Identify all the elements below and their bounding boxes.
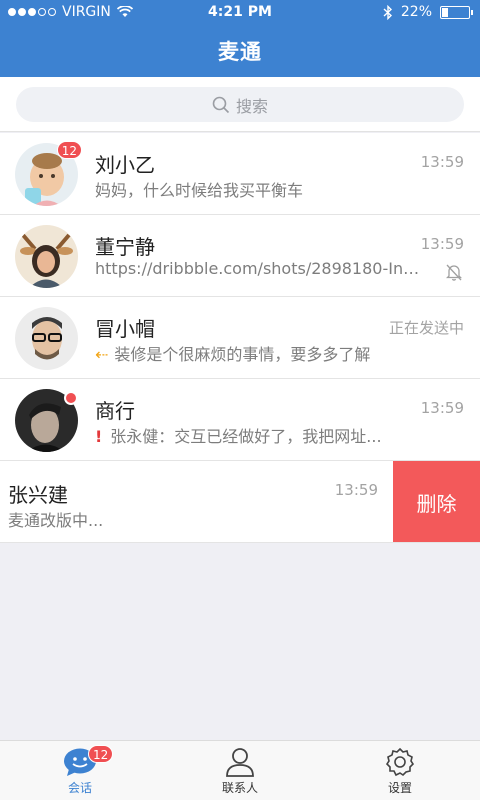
avatar bbox=[15, 307, 78, 370]
avatar bbox=[15, 389, 78, 452]
unread-badge: 12 bbox=[88, 745, 114, 763]
tab-contacts[interactable]: 联系人 bbox=[160, 741, 320, 800]
contact-name: 刘小乙 bbox=[95, 153, 155, 177]
message-preview-row: ! 张永健：交互已经做好了，我把网址... bbox=[95, 423, 382, 447]
contact-name: 商行 bbox=[95, 399, 135, 423]
tab-label: 会话 bbox=[67, 781, 92, 795]
message-preview-row: ⇠ 装修是个很麻烦的事情，要多多了解 bbox=[95, 341, 370, 365]
tab-conversations[interactable]: 会话 12 bbox=[0, 741, 160, 800]
mute-bell-icon bbox=[446, 264, 462, 281]
search-icon bbox=[212, 96, 230, 113]
search-bar: 搜索 bbox=[0, 77, 480, 132]
message-time: 13:59 bbox=[420, 235, 464, 253]
status-right: 22% bbox=[383, 4, 473, 20]
conversation-list: 12 刘小乙 13:59 妈妈，什么时候给我买平衡车 董宁静 13:59 htt… bbox=[0, 133, 480, 543]
message-preview: 麦通改版中... bbox=[8, 511, 104, 530]
message-time: 13:59 bbox=[420, 153, 464, 171]
search-input[interactable]: 搜索 bbox=[16, 87, 464, 122]
failed-send-icon: ! bbox=[95, 427, 103, 446]
conversation-item[interactable]: 冒小帽 正在发送中 ⇠ 装修是个很麻烦的事情，要多多了解 bbox=[0, 297, 480, 379]
message-preview: 妈妈，什么时候给我买平衡车 bbox=[95, 181, 304, 200]
battery-icon bbox=[440, 5, 473, 19]
tab-settings[interactable]: 设置 bbox=[320, 741, 480, 800]
message-time: 13:59 bbox=[334, 481, 378, 499]
conversation-item[interactable]: 商行 13:59 ! 张永健：交互已经做好了，我把网址... bbox=[0, 379, 480, 461]
status-bar: VIRGIN 4:21 PM 22% bbox=[0, 0, 480, 26]
message-preview: 装修是个很麻烦的事情，要多多了解 bbox=[114, 345, 371, 364]
conversation-item-swiped[interactable]: 张兴建 13:59 麦通改版中... 删除 bbox=[0, 461, 480, 543]
search-placeholder: 搜索 bbox=[235, 96, 268, 116]
message-preview: https://dribbble.com/shots/2898180-Inter… bbox=[95, 259, 425, 278]
conversation-item[interactable]: 董宁静 13:59 https://dribbble.com/shots/289… bbox=[0, 215, 480, 297]
bluetooth-icon bbox=[383, 4, 392, 20]
contact-name: 董宁静 bbox=[95, 235, 155, 259]
message-preview: 张永健：交互已经做好了，我把网址... bbox=[110, 427, 382, 446]
app-title: 麦通 bbox=[218, 40, 262, 64]
delete-button[interactable]: 删除 bbox=[393, 461, 480, 542]
tab-bar: 会话 12 联系人 设置 bbox=[0, 740, 480, 800]
unread-dot bbox=[64, 391, 78, 405]
sending-status: 正在发送中 bbox=[388, 319, 464, 337]
battery-percent: 22% bbox=[400, 4, 432, 20]
contact-name: 冒小帽 bbox=[95, 317, 155, 341]
app-header: VIRGIN 4:21 PM 22% 麦通 bbox=[0, 0, 480, 77]
avatar: 12 bbox=[15, 141, 82, 206]
tab-label: 联系人 bbox=[221, 781, 258, 795]
gear-icon bbox=[385, 747, 415, 777]
tab-label: 设置 bbox=[387, 781, 412, 795]
avatar bbox=[15, 225, 78, 288]
contact-name: 张兴建 bbox=[8, 483, 68, 507]
message-time: 13:59 bbox=[420, 399, 464, 417]
sending-arrow-icon: ⇠ bbox=[95, 345, 109, 364]
unread-badge: 12 bbox=[56, 141, 82, 159]
person-icon bbox=[226, 748, 254, 777]
conversation-item[interactable]: 12 刘小乙 13:59 妈妈，什么时候给我买平衡车 bbox=[0, 133, 480, 215]
